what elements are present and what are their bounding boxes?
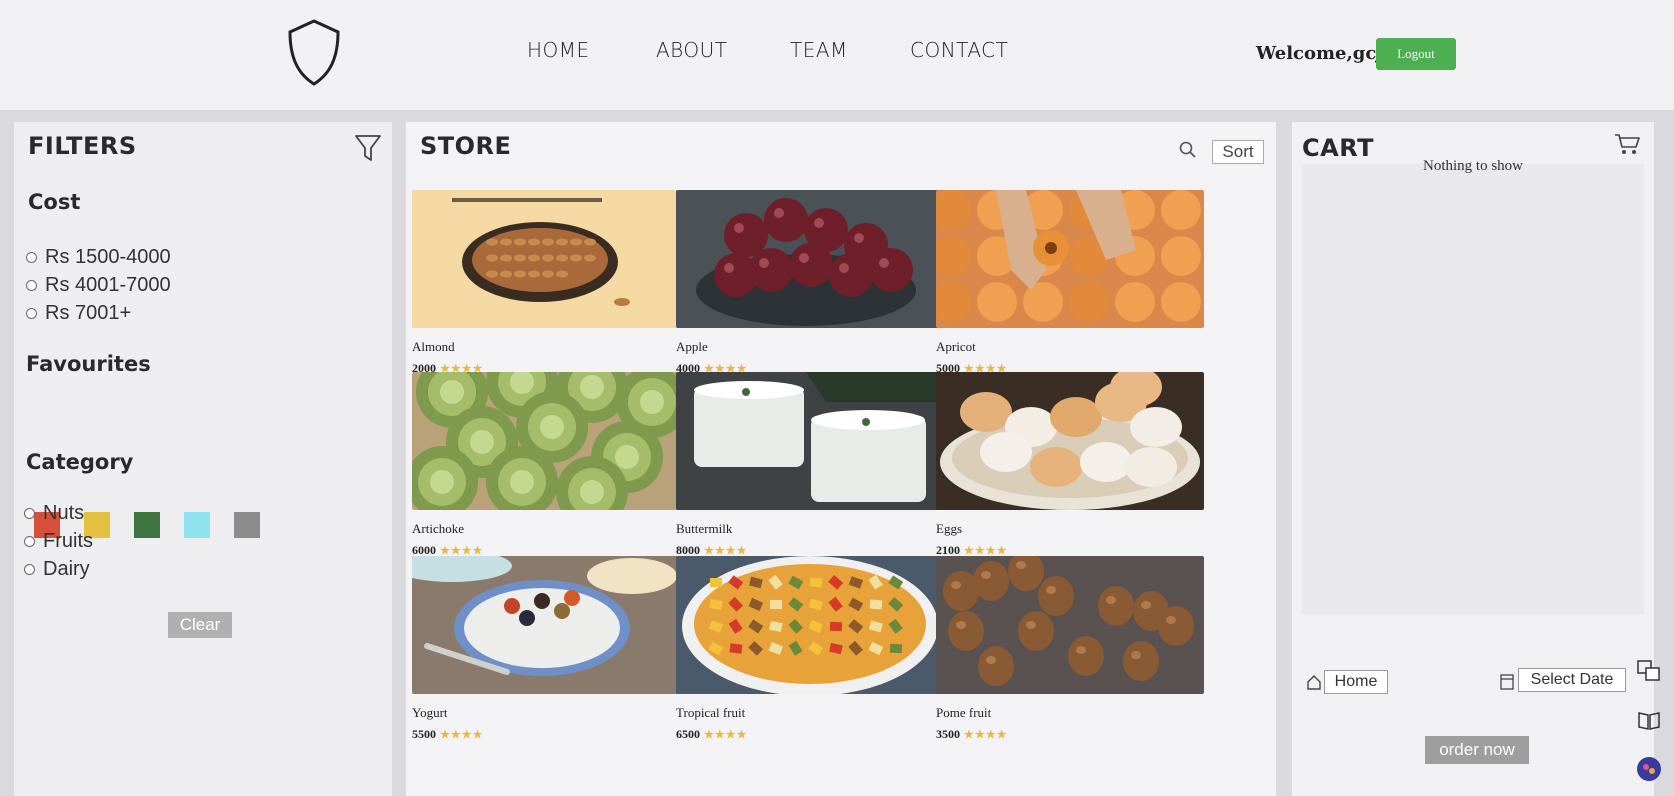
- sort-button[interactable]: Sort: [1212, 140, 1264, 164]
- product-name: Tropical fruit: [676, 705, 746, 720]
- cart-items-area: [1302, 164, 1644, 614]
- cost-title: Cost: [28, 190, 81, 214]
- product-card[interactable]: Pome fruit 3500 ★★★★: [936, 551, 1204, 742]
- nav-home[interactable]: HOME: [527, 38, 590, 62]
- product-price: 5500: [412, 727, 436, 741]
- product-image[interactable]: [676, 556, 944, 696]
- store-title: STORE: [420, 132, 512, 160]
- cost-option-3[interactable]: Rs 7001+: [26, 302, 131, 325]
- category-option-label: Dairy: [43, 558, 90, 580]
- radio-icon[interactable]: [26, 308, 37, 319]
- product-card[interactable]: Buttermilk 8000 ★★★★: [676, 372, 944, 558]
- product-name: Pome fruit: [936, 705, 992, 720]
- welcome-text: Welcome,gcj: [1256, 43, 1383, 64]
- product-image[interactable]: [936, 367, 1204, 510]
- radio-icon[interactable]: [24, 508, 35, 519]
- product-name: Buttermilk: [676, 521, 733, 536]
- select-date-button[interactable]: Select Date: [1518, 668, 1626, 692]
- product-card[interactable]: Almond 2000 ★★★★: [412, 190, 680, 376]
- category-option-label: Nuts: [43, 502, 85, 524]
- product-card[interactable]: Eggs 2100 ★★★★: [936, 367, 1204, 558]
- cart-icon[interactable]: [1614, 132, 1640, 156]
- product-image[interactable]: [412, 190, 680, 328]
- product-card[interactable]: Artichoke 6000 ★★★★: [406, 346, 688, 558]
- favourite-swatch[interactable]: [134, 512, 160, 538]
- favourite-swatch[interactable]: [184, 512, 210, 538]
- favourite-swatch[interactable]: [234, 512, 260, 538]
- product-name: Yogurt: [412, 705, 448, 720]
- cost-option-label: Rs 4001-7000: [45, 274, 171, 296]
- product-name: Apple: [676, 339, 708, 354]
- filter-icon[interactable]: [354, 132, 382, 164]
- product-image[interactable]: [931, 190, 1204, 328]
- filters-panel: FILTERS Cost Rs 1500-4000 Rs 4001-7000 R…: [14, 122, 392, 796]
- product-image[interactable]: [392, 550, 680, 694]
- product-name: Artichoke: [412, 521, 464, 536]
- cost-option-label: Rs 1500-4000: [45, 246, 171, 268]
- assistant-icon[interactable]: [1636, 756, 1662, 782]
- cart-panel: CART Nothing to show Home Select Date or…: [1292, 122, 1654, 796]
- product-name: Eggs: [936, 521, 962, 536]
- product-name: Almond: [412, 339, 455, 354]
- cart-empty-message: Nothing to show: [1422, 158, 1523, 174]
- home-icon[interactable]: [1306, 674, 1322, 690]
- nav-team[interactable]: TEAM: [790, 38, 848, 62]
- category-option-dairy[interactable]: Dairy: [24, 558, 90, 581]
- cost-option-2[interactable]: Rs 4001-7000: [26, 274, 171, 297]
- cost-option-1[interactable]: Rs 1500-4000: [26, 246, 171, 269]
- product-meta: 6500 ★★★★: [676, 727, 944, 742]
- search-icon[interactable]: [1178, 140, 1198, 160]
- radio-icon[interactable]: [26, 252, 37, 263]
- order-now-button[interactable]: order now: [1425, 736, 1529, 764]
- cost-option-label: Rs 7001+: [45, 302, 132, 324]
- nav-about[interactable]: ABOUT: [656, 38, 728, 62]
- product-image[interactable]: [676, 372, 944, 510]
- store-panel: STORE Sort Almond 2000 ★★★★ Apple 4000 ★★★★ Ap…: [392, 122, 1276, 796]
- product-card[interactable]: Apricot 5000 ★★★★: [931, 190, 1204, 376]
- product-meta: 5500 ★★★★: [412, 727, 680, 742]
- favourites-title: Favourites: [26, 352, 151, 376]
- shield-logo-icon[interactable]: [286, 18, 342, 88]
- radio-icon[interactable]: [24, 564, 35, 575]
- home-button[interactable]: Home: [1324, 670, 1388, 694]
- category-option-fruits[interactable]: Fruits: [24, 530, 93, 553]
- product-image[interactable]: [936, 551, 1204, 694]
- radio-icon[interactable]: [26, 280, 37, 291]
- clear-button[interactable]: Clear: [168, 612, 232, 638]
- category-option-label: Fruits: [43, 530, 93, 552]
- product-image[interactable]: [676, 190, 944, 328]
- star-rating-icon: ★★★★: [704, 729, 748, 741]
- category-title: Category: [26, 450, 134, 474]
- product-meta: 3500 ★★★★: [936, 727, 1204, 742]
- product-card[interactable]: Yogurt 5500 ★★★★: [392, 550, 680, 742]
- product-card[interactable]: Apple 4000 ★★★★: [676, 190, 944, 376]
- filters-title: FILTERS: [28, 132, 137, 160]
- product-price: 3500: [936, 727, 960, 741]
- product-price: 6500: [676, 727, 700, 741]
- top-navbar: HOME ABOUT TEAM CONTACT Welcome,gcj Logo…: [0, 0, 1674, 110]
- star-rating-icon: ★★★★: [440, 729, 484, 741]
- category-option-nuts[interactable]: Nuts: [24, 502, 84, 525]
- product-image[interactable]: [406, 346, 688, 528]
- product-card[interactable]: Tropical fruit 6500 ★★★★: [676, 556, 944, 742]
- reader-icon[interactable]: [1636, 708, 1662, 734]
- translate-icon[interactable]: [1636, 658, 1662, 684]
- star-rating-icon: ★★★★: [964, 729, 1008, 741]
- calendar-icon[interactable]: [1500, 672, 1514, 690]
- nav-contact[interactable]: CONTACT: [910, 38, 1008, 62]
- product-name: Apricot: [936, 339, 976, 354]
- radio-icon[interactable]: [24, 536, 35, 547]
- logout-button[interactable]: Logout: [1376, 38, 1456, 70]
